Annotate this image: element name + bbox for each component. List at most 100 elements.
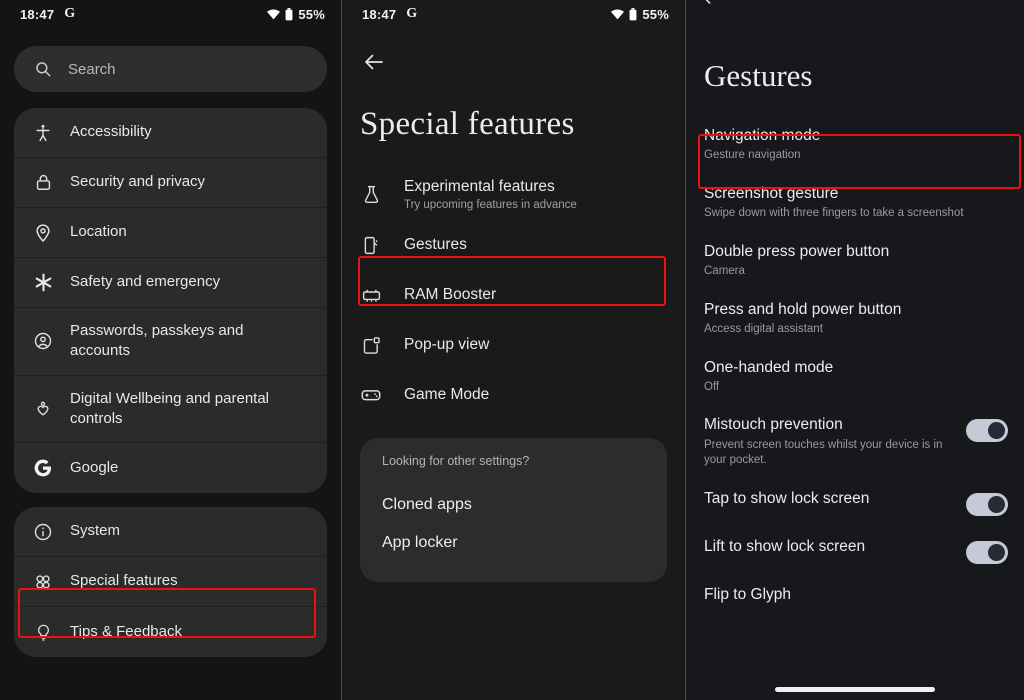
list-item-press-and-hold-power-button[interactable]: Press and hold power button Access digit… [686,290,1024,348]
home-indicator [775,687,935,692]
list-item-mistouch-prevention[interactable]: Mistouch prevention Prevent screen touch… [686,405,1024,478]
other-settings-card: Looking for other settings? Cloned apps … [360,438,667,582]
popup-window-icon [360,334,382,356]
search-input[interactable]: Search [14,46,327,92]
list-item-flip-to-glyph[interactable]: Flip to Glyph [686,575,1024,623]
page-title: Special features [360,106,575,142]
battery-percent: 55% [642,6,669,22]
list-item-screenshot-gesture[interactable]: Screenshot gesture Swipe down with three… [686,174,1024,232]
list-item-label: RAM Booster [404,286,497,303]
list-item-one-handed-mode[interactable]: One-handed mode Off [686,348,1024,406]
status-bar-special-features: 18:47 G 55% [342,0,685,28]
ram-chip-icon [360,284,382,306]
sidebar-label: Special features [70,572,178,590]
gestures-panel: Gestures Navigation mode Gesture navigat… [685,0,1024,700]
asterisk-icon [32,272,54,294]
settings-group-primary: Accessibility Security and privacy Locat… [14,108,327,493]
battery-percent: 55% [298,6,325,22]
sidebar-item-location[interactable]: Location [14,208,327,258]
toggle-knob [988,495,1005,513]
sidebar-item-google[interactable]: Google [14,443,327,493]
list-item-sublabel: Off [704,380,720,393]
sidebar-item-passwords-passkeys-accounts[interactable]: Passwords, passkeys and accounts [14,308,327,376]
sidebar-item-system[interactable]: System [14,507,327,557]
list-item-sublabel: Gesture navigation [704,149,801,162]
settings-panel: 18:47 G 55% Search Accessibility Securit… [0,0,341,700]
sidebar-item-tips-and-feedback[interactable]: Tips & Feedback [14,607,327,657]
list-item-double-press-power-button[interactable]: Double press power button Camera [686,232,1024,290]
list-item-sublabel: Swipe down with three fingers to take a … [704,207,964,220]
assistant-g-icon: G [64,6,76,21]
sidebar-item-digital-wellbeing[interactable]: Digital Wellbeing and parental controls [14,376,327,443]
special-features-panel: 18:47 G 55% Special features Experimenta… [341,0,685,700]
other-settings-item-cloned-apps[interactable]: Cloned apps [382,486,645,524]
back-arrow-icon[interactable] [700,0,722,8]
list-item-label: Double press power button [704,242,890,260]
toggle-knob [988,543,1005,561]
list-item-label: One-handed mode [704,358,834,376]
sidebar-label: Location [70,223,127,241]
list-item-label: Game Mode [404,386,490,403]
status-bar-settings: 18:47 G 55% [0,0,341,28]
account-circle-icon [32,330,54,352]
list-item-pop-up-view[interactable]: Pop-up view [342,320,685,370]
lock-icon [32,172,54,194]
other-settings-heading: Looking for other settings? [382,454,530,468]
toggle-tap-to-show-lock-screen[interactable] [966,492,1008,516]
info-circle-icon [32,521,54,543]
battery-icon [629,7,637,21]
list-item-tap-to-show-lock-screen[interactable]: Tap to show lock screen [686,479,1024,527]
list-item-sublabel: Try upcoming features in advance [404,199,577,211]
list-item-label: Press and hold power button [704,300,902,318]
sidebar-item-accessibility[interactable]: Accessibility [14,108,327,158]
settings-group-secondary: System Special features Tips & Feedback [14,507,327,657]
screenshot-root: 18:47 G 55% Search Accessibility Securit… [0,0,1024,700]
gestures-phone-icon [360,234,382,256]
back-arrow-icon[interactable] [362,50,388,76]
sidebar-label: Google [70,458,119,476]
list-item-label: Lift to show lock screen [704,537,866,555]
list-item-ram-booster[interactable]: RAM Booster [342,270,685,320]
sidebar-label: Tips & Feedback [70,622,182,640]
wellbeing-heart-icon [32,398,54,420]
sidebar-label: System [70,522,121,540]
toggle-mistouch-prevention[interactable] [966,419,1008,443]
status-time: 18:47 [362,6,397,22]
flask-icon [360,184,382,206]
search-icon [32,58,54,80]
gamepad-icon [360,384,382,406]
list-item-lift-to-show-lock-screen[interactable]: Lift to show lock screen [686,527,1024,575]
list-item-label: Flip to Glyph [704,585,792,603]
assistant-g-icon: G [406,6,418,21]
battery-icon [285,7,293,21]
sidebar-label: Safety and emergency [70,273,221,291]
sidebar-label: Passwords, passkeys and accounts [70,322,244,360]
list-item-label: Pop-up view [404,336,490,353]
list-item-experimental-features[interactable]: Experimental features Try upcoming featu… [342,169,685,220]
list-item-label: Gestures [404,236,467,253]
list-item-label: Experimental features [404,178,555,195]
list-item-label: Navigation mode [704,127,821,144]
list-item-gestures[interactable]: Gestures [342,220,685,270]
other-settings-item-app-locker[interactable]: App locker [382,524,645,562]
list-item-sublabel: Access digital assistant [704,323,823,336]
list-item-game-mode[interactable]: Game Mode [342,370,685,420]
status-time: 18:47 [20,6,55,22]
sidebar-item-security-and-privacy[interactable]: Security and privacy [14,158,327,208]
toggle-lift-to-show-lock-screen[interactable] [966,540,1008,564]
list-item-label: Screenshot gesture [704,184,839,202]
list-item-label: Tap to show lock screen [704,489,870,507]
special-features-icon [32,571,54,593]
wifi-icon [267,8,281,20]
toggle-knob [988,422,1005,440]
special-features-list: Experimental features Try upcoming featu… [342,169,685,420]
sidebar-item-safety-and-emergency[interactable]: Safety and emergency [14,258,327,308]
sidebar-item-special-features[interactable]: Special features [14,557,327,607]
list-item-navigation-mode[interactable]: Navigation mode Gesture navigation [686,116,1024,174]
search-placeholder: Search [68,60,116,78]
lightbulb-icon [32,621,54,643]
gestures-list: Navigation mode Gesture navigation Scree… [686,116,1024,623]
list-item-label: Mistouch prevention [704,416,843,434]
location-pin-icon [32,222,54,244]
sidebar-label: Accessibility [70,123,152,141]
